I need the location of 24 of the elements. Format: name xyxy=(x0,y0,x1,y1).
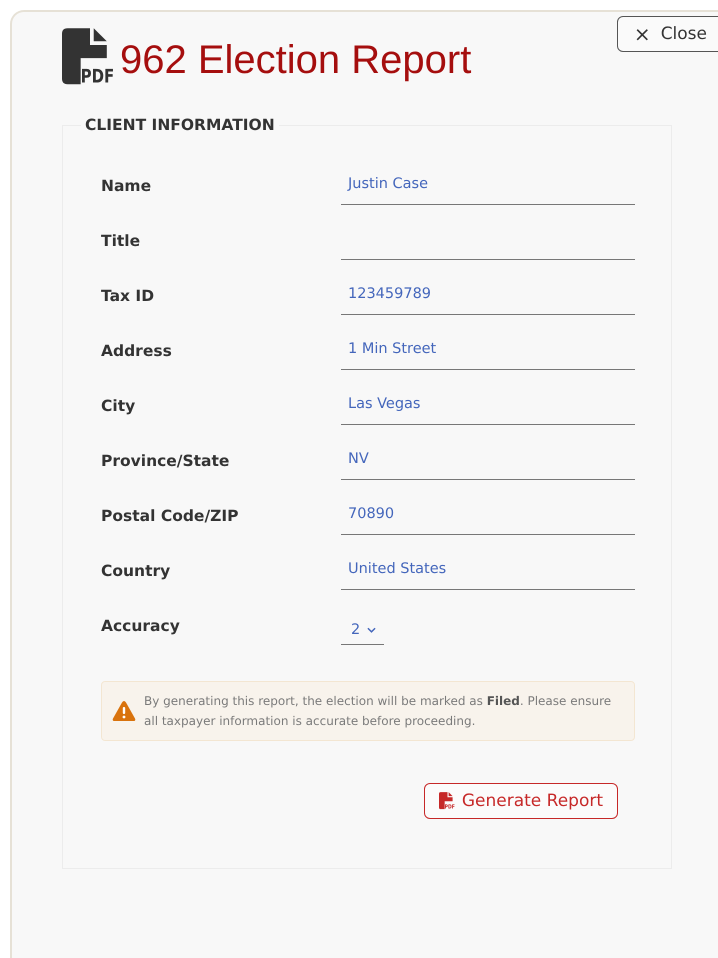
field-label: Country xyxy=(101,562,172,582)
section-legend: CLIENT INFORMATION xyxy=(81,116,279,134)
input-field[interactable]: United States xyxy=(341,553,635,590)
field-label: City xyxy=(101,397,136,417)
warning-icon xyxy=(112,700,136,722)
input-field[interactable]: 123459789 xyxy=(341,278,635,315)
field-label: Title xyxy=(101,232,142,252)
input-field[interactable]: Justin Case xyxy=(341,168,635,205)
select-dropdown[interactable]: 2 xyxy=(341,608,384,645)
close-button[interactable]: × Close xyxy=(616,16,718,52)
close-icon: × xyxy=(634,24,651,44)
warning-text: By generating this report, the election will be marked as Filed. Please ensure all taxpayer information is accurate before proceeding. xyxy=(144,693,612,730)
field-label: Address xyxy=(101,342,173,362)
input-field[interactable]: NV xyxy=(341,443,635,480)
field-label: Name xyxy=(101,177,152,197)
chevron-down-icon xyxy=(367,627,376,633)
report-title: 962 Election Report xyxy=(120,40,472,80)
field-label: Tax ID xyxy=(101,287,156,307)
input-field[interactable]: Las Vegas xyxy=(341,388,635,425)
field-label: Province/State xyxy=(101,452,230,472)
field-label: Postal Code/ZIP xyxy=(101,507,240,527)
input-field[interactable]: 1 Min Street xyxy=(341,333,635,370)
field-label: Accuracy xyxy=(101,617,181,637)
input-field[interactable]: 70890 xyxy=(341,498,635,535)
